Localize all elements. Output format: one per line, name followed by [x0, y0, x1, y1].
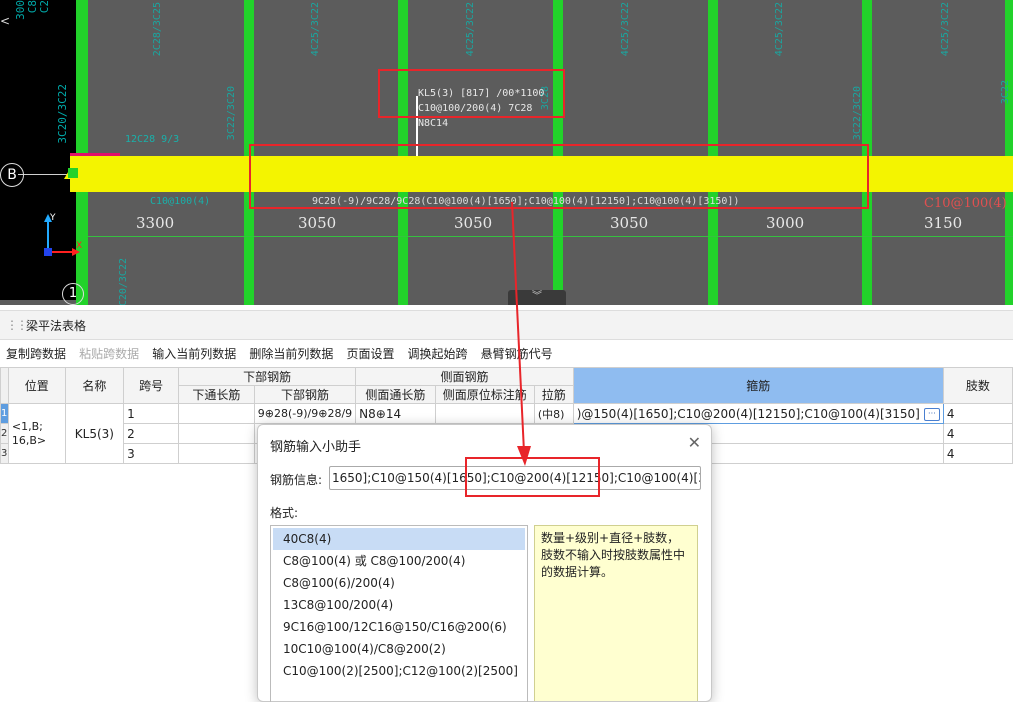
cell-legs[interactable]: 4 [942, 403, 1013, 424]
left-text-3: C2 [38, 0, 51, 14]
header-stirrup[interactable]: 箍筋 [572, 367, 944, 404]
dimension-value: 3050 [298, 214, 337, 232]
vertical-annotation: 4C25/3C22 [774, 2, 785, 57]
format-list[interactable]: 40C8(4) C8@100(4) 或 C8@100/200(4) C8@100… [270, 525, 528, 702]
format-item[interactable]: C8@100(6)/200(4) [271, 572, 527, 594]
grip-square-icon[interactable] [68, 168, 78, 178]
vertical-annotation: 3C22/3C20 [852, 86, 863, 141]
delete-column-data-button[interactable]: 删除当前列数据 [249, 345, 333, 362]
row-index[interactable]: 1 [0, 403, 9, 424]
cell-bottom-through[interactable] [178, 403, 255, 424]
coordinate-axes-icon: Y X [44, 213, 82, 256]
header-group-side: 侧面钢筋 [355, 367, 574, 386]
dimension-value: 3050 [610, 214, 649, 232]
cell-empty[interactable] [178, 443, 255, 464]
axis-1-label: 1 [62, 283, 84, 305]
format-description: 数量+级别+直径+肢数，肢数不输入时按肢数属性中的数据计算。 [534, 525, 698, 701]
header-span: 跨号 [123, 367, 180, 404]
more-options-icon[interactable]: ··· [923, 407, 940, 421]
cell-legs[interactable]: 4 [942, 443, 1013, 464]
copy-span-data-button[interactable]: 复制跨数据 [6, 345, 66, 362]
header-bottom-through: 下通长筋 [178, 385, 255, 404]
close-icon[interactable]: ✕ [688, 433, 701, 452]
drag-handle-icon[interactable]: ⋮⋮ [6, 318, 28, 332]
cell-side-through[interactable]: N8⊕14 [355, 403, 436, 424]
left-chevron-icon[interactable]: < [0, 14, 10, 28]
cell-tie[interactable]: (中8) [533, 403, 574, 424]
svg-text:Y: Y [49, 213, 56, 223]
dimension-value: 3300 [136, 214, 175, 232]
svg-text:X: X [76, 241, 82, 251]
vertical-annotation: 4C25/3C22 [620, 2, 631, 57]
input-column-data-button[interactable]: 输入当前列数据 [152, 345, 236, 362]
highlight-box-beam [249, 144, 869, 209]
header-group-bottom: 下部钢筋 [178, 367, 357, 386]
left-vertical-text: 3C20/3C22 [56, 84, 69, 144]
vertical-annotation: 4C25/3C22 [940, 2, 951, 57]
cell-name[interactable]: KL5(3) [64, 403, 125, 464]
format-item[interactable]: 10C10@100(4)/C8@200(2) [271, 638, 527, 660]
cell-span[interactable]: 2 [123, 423, 180, 444]
vertical-annotation: 4C25/3C22 [310, 2, 321, 57]
vertical-annotation: 3C22/3C20 [226, 86, 237, 141]
header-legs: 肢数 [942, 367, 1013, 404]
row-index[interactable]: 2 [0, 423, 9, 444]
highlight-box-label [378, 69, 565, 118]
header-name: 名称 [64, 367, 125, 404]
vertical-annotation: 2C28/3C25 [152, 2, 163, 57]
corner-cell [0, 367, 9, 404]
stirrup-value: )@150(4)[1650];C10@200(4)[12150];C10@100… [576, 406, 920, 421]
axis-b-label: B [0, 163, 24, 187]
vertical-annotation: 3C20/3C22 [118, 258, 129, 305]
cell-empty[interactable] [178, 423, 255, 444]
beam-label-line-3: N8C14 [418, 118, 449, 129]
column-band [1005, 0, 1013, 305]
dimension-line [88, 236, 1013, 237]
cell-stirrup-input[interactable]: )@150(4)[1650];C10@200(4)[12150];C10@100… [572, 403, 944, 424]
cell-bottom-rebar[interactable]: 9⊕28(-9)/9⊕28/9 [253, 403, 357, 424]
dimension-value: 3050 [454, 214, 493, 232]
format-item[interactable]: 13C8@100/200(4) [271, 594, 527, 616]
format-item[interactable]: 40C8(4) [273, 528, 525, 550]
cell-span[interactable]: 1 [123, 403, 180, 424]
dimension-value: 3000 [766, 214, 805, 232]
header-position: 位置 [7, 367, 66, 404]
header-tie: 拉筋 [533, 385, 574, 404]
paste-span-data-button[interactable]: 粘贴跨数据 [79, 345, 139, 362]
panel-toolbar: 复制跨数据 粘贴跨数据 输入当前列数据 删除当前列数据 页面设置 调换起始跨 悬… [0, 343, 555, 365]
left-beam-label: 12C28 9/3 [125, 134, 180, 145]
cell-legs[interactable]: 4 [942, 423, 1013, 444]
format-item[interactable]: C10@100(2)[2500];C12@100(2)[2500] [271, 660, 527, 682]
format-item[interactable]: C8@100(4) 或 C8@100/200(4) [271, 550, 527, 572]
cell-span[interactable]: 3 [123, 443, 180, 464]
panel-title: 梁平法表格 [26, 319, 87, 333]
left-bottom-text: C10@100(4) [150, 196, 211, 207]
vertical-annotation: 3C22 [1000, 80, 1011, 105]
annotation-arrow-icon [511, 201, 531, 466]
dialog-title: 钢筋输入小助手 [270, 440, 362, 455]
cell-position[interactable]: <1,B; 16,B> [7, 403, 66, 464]
vertical-annotation: 4C25/3C22 [465, 2, 476, 57]
swap-start-span-button[interactable]: 调换起始跨 [408, 345, 468, 362]
format-item[interactable]: 9C16@100/12C16@150/C16@200(6) [271, 616, 527, 638]
row-index[interactable]: 3 [0, 443, 9, 464]
header-side-through: 侧面通长筋 [355, 385, 436, 404]
header-bottom-rebar: 下部钢筋 [253, 385, 357, 404]
right-red-text: C10@100(4) [924, 196, 1007, 211]
rebar-info-label: 钢筋信息: [270, 473, 323, 487]
format-label: 格式: [270, 506, 299, 520]
dimension-value: 3150 [924, 214, 963, 232]
page-setup-button[interactable]: 页面设置 [346, 345, 394, 362]
